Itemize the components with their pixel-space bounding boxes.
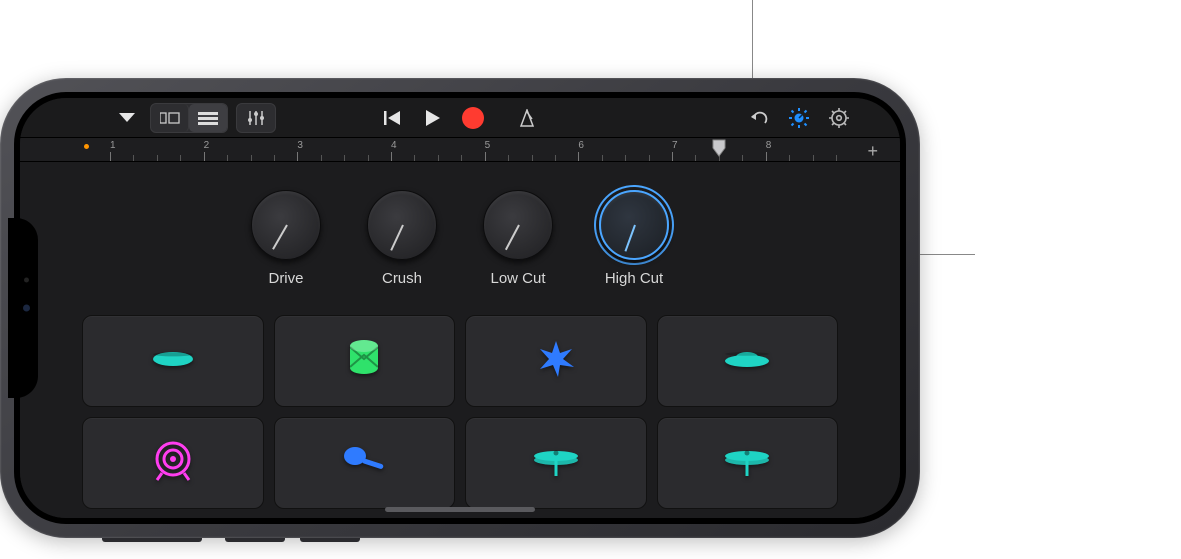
transport-controls — [376, 104, 544, 132]
track-marker-icon — [84, 144, 89, 149]
drum-pad-lips[interactable] — [82, 315, 264, 407]
browser-view-button[interactable] — [151, 104, 189, 132]
hihat-icon — [722, 446, 772, 481]
knob-label: High Cut — [605, 270, 663, 287]
record-icon — [462, 107, 484, 129]
settings-button[interactable] — [822, 104, 856, 132]
ruler-bar-number: 2 — [204, 140, 210, 151]
knob-dial[interactable] — [483, 190, 553, 260]
ufo-icon — [722, 348, 772, 375]
drum-pad-gong[interactable] — [82, 417, 264, 509]
metronome-button[interactable] — [510, 104, 544, 132]
drum-pad-drum[interactable] — [274, 315, 456, 407]
drum-pad-hihat[interactable] — [465, 417, 647, 509]
knob-dial[interactable] — [367, 190, 437, 260]
home-indicator — [385, 507, 535, 512]
drum-icon — [347, 339, 381, 384]
knob-label: Drive — [268, 270, 303, 287]
ruler-bar-number: 1 — [110, 140, 116, 151]
hihat-icon — [531, 446, 581, 481]
add-section-button[interactable]: + — [867, 141, 878, 162]
view-mode-segment — [150, 103, 228, 133]
mixer-segment — [236, 103, 276, 133]
knob-low-cut: Low Cut — [483, 190, 553, 287]
chevron-down-icon — [119, 113, 135, 123]
drum-pad-ufo[interactable] — [657, 315, 839, 407]
list-icon — [198, 111, 218, 125]
knob-label: Low Cut — [490, 270, 545, 287]
knob-dial[interactable] — [599, 190, 669, 260]
undo-icon — [750, 111, 768, 125]
menu-button[interactable] — [110, 104, 144, 132]
fx-knobs-row: Drive Crush Low Cut High Cut — [20, 162, 900, 303]
phone-frame: 1 2 3 4 5 6 7 8 + Drive Crush Low Cut High Cut — [0, 78, 920, 538]
top-toolbar — [20, 98, 900, 138]
drum-pad-hihat[interactable] — [657, 417, 839, 509]
ruler-bar-number: 6 — [578, 140, 584, 151]
app-screen: 1 2 3 4 5 6 7 8 + Drive Crush Low Cut High Cut — [20, 98, 900, 518]
mixer-button[interactable] — [237, 104, 275, 132]
timeline-ruler[interactable]: 1 2 3 4 5 6 7 8 + — [20, 138, 900, 162]
gong-icon — [152, 440, 194, 487]
drum-pad-burst[interactable] — [465, 315, 647, 407]
ruler-bar-number: 8 — [766, 140, 772, 151]
cells-icon — [160, 111, 180, 125]
undo-button[interactable] — [742, 104, 776, 132]
playhead[interactable] — [711, 138, 727, 161]
play-button[interactable] — [416, 104, 450, 132]
knob-drive: Drive — [251, 190, 321, 287]
knob-high-cut: High Cut — [599, 190, 669, 287]
lips-icon — [150, 348, 196, 375]
fx-button[interactable] — [782, 104, 816, 132]
maraca-icon — [341, 446, 387, 481]
toolbar-right — [742, 104, 856, 132]
record-button[interactable] — [456, 104, 490, 132]
callout-line-top — [752, 0, 753, 78]
ruler-bar-number: 3 — [297, 140, 303, 151]
burst-icon — [536, 339, 576, 384]
metronome-icon — [518, 109, 536, 127]
drum-pads-grid — [20, 303, 900, 509]
knob-label: Crush — [382, 270, 422, 287]
ruler-bar-number: 4 — [391, 140, 397, 151]
previous-icon — [384, 111, 402, 125]
drum-pad-maraca[interactable] — [274, 417, 456, 509]
ruler-bar-number: 7 — [672, 140, 678, 151]
tracks-view-button[interactable] — [189, 104, 227, 132]
play-icon — [426, 110, 440, 126]
knob-dial[interactable] — [251, 190, 321, 260]
knob-crush: Crush — [367, 190, 437, 287]
fx-dial-icon — [788, 107, 810, 129]
main-area: Drive Crush Low Cut High Cut — [20, 162, 900, 518]
gear-icon — [829, 108, 849, 128]
ruler-bar-number: 5 — [485, 140, 491, 151]
device-notch — [8, 218, 38, 398]
sliders-icon — [247, 110, 265, 126]
previous-button[interactable] — [376, 104, 410, 132]
